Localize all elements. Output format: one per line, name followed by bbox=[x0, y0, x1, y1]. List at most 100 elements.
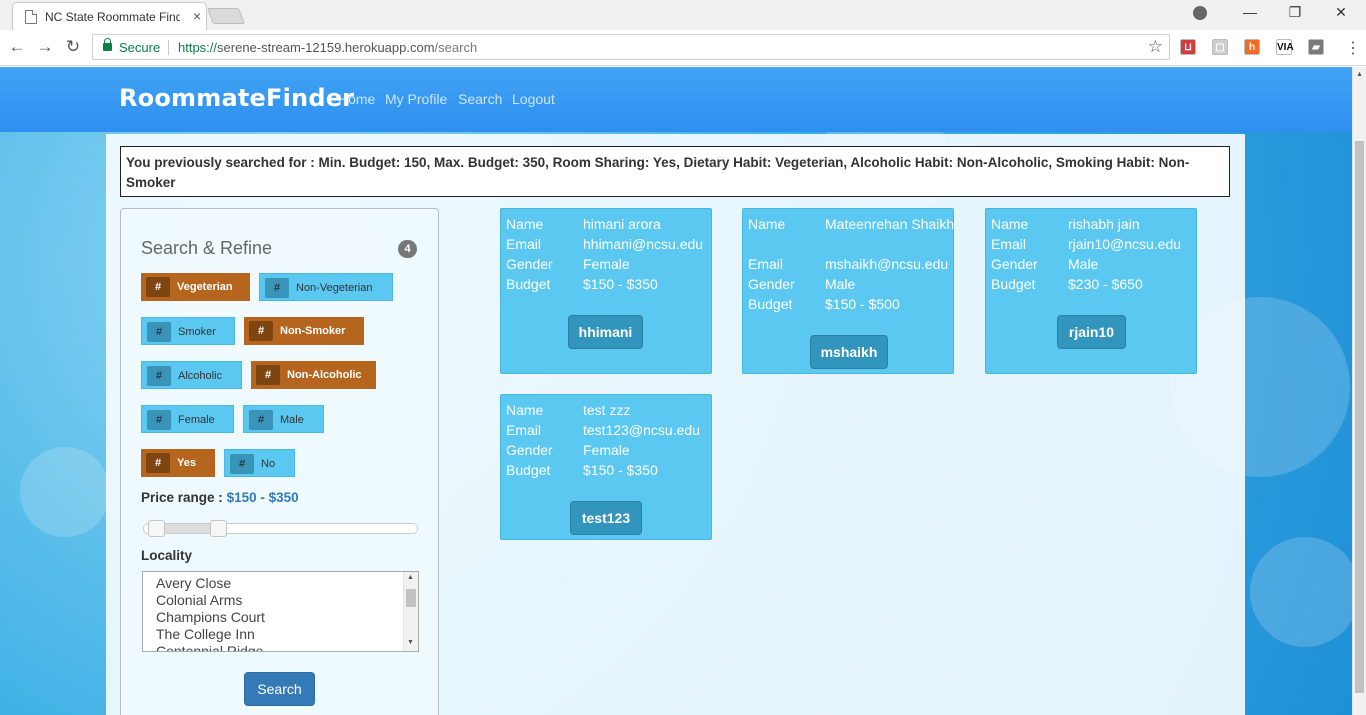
roommate-card: Name himani arora Email hhimani@ncsu.edu Gen… bbox=[500, 208, 712, 374]
card-label-budget: Budget bbox=[506, 276, 551, 292]
profile-button[interactable]: rjain10 bbox=[1057, 315, 1126, 349]
filter-tag-label: No bbox=[261, 458, 276, 470]
card-value-gender: Male bbox=[825, 276, 856, 292]
filter-tag-vegeterian[interactable]: # Vegeterian bbox=[141, 273, 250, 301]
card-value-name: rishabh jain bbox=[1068, 216, 1140, 232]
refine-title: Search & Refine bbox=[141, 238, 273, 258]
card-value-gender: Female bbox=[583, 442, 630, 458]
nav-logout[interactable]: Logout bbox=[512, 91, 555, 107]
page-icon bbox=[25, 10, 37, 24]
locality-scrollbar[interactable]: ▲ ▼ bbox=[403, 572, 418, 651]
profile-button[interactable]: mshaikh bbox=[810, 335, 888, 369]
browser-tab[interactable]: NC State Roommate Finder × bbox=[12, 2, 207, 30]
slider-min-handle[interactable] bbox=[148, 520, 165, 537]
back-icon[interactable]: ← bbox=[6, 37, 28, 57]
new-tab-button[interactable] bbox=[207, 8, 245, 24]
card-value-email: mshaikh@ncsu.edu bbox=[825, 256, 949, 272]
filter-tag-yes[interactable]: # Yes bbox=[141, 449, 215, 477]
hash-icon: # bbox=[147, 322, 171, 342]
minimize-icon[interactable]: — bbox=[1240, 4, 1260, 20]
filter-tag-alcoholic[interactable]: # Alcoholic bbox=[141, 361, 242, 389]
bookmark-star-icon[interactable]: ☆ bbox=[1148, 37, 1163, 57]
search-button[interactable]: Search bbox=[244, 672, 315, 706]
locality-option[interactable]: The College Inn bbox=[156, 626, 255, 642]
locality-select[interactable]: Avery Close Colonial Arms Champions Court T… bbox=[142, 571, 419, 652]
background-bubble bbox=[20, 447, 110, 537]
price-range-caption: Price range : bbox=[141, 490, 223, 505]
card-value-budget: $150 - $350 bbox=[583, 276, 658, 292]
filter-tag-female[interactable]: # Female bbox=[141, 405, 234, 433]
card-value-gender: Male bbox=[1068, 256, 1099, 272]
reload-icon[interactable]: ↻ bbox=[62, 37, 84, 57]
locality-scroll-thumb[interactable] bbox=[406, 589, 416, 607]
card-label-email: Email bbox=[506, 422, 542, 438]
card-label-gender: Gender bbox=[991, 256, 1038, 272]
scrollbar-thumb[interactable] bbox=[1355, 141, 1364, 693]
result-count-badge: 4 bbox=[398, 240, 417, 258]
card-value-name: Mateenrehan Shaikh bbox=[825, 216, 955, 232]
card-value-email: test123@ncsu.edu bbox=[583, 422, 700, 438]
locality-option[interactable]: Avery Close bbox=[156, 575, 231, 591]
page-scrollbar[interactable]: ▲ bbox=[1352, 67, 1366, 715]
close-window-icon[interactable]: ✕ bbox=[1331, 4, 1351, 21]
card-label-budget: Budget bbox=[748, 296, 793, 312]
scroll-up-arrow-icon[interactable]: ▲ bbox=[407, 574, 414, 581]
nav-home[interactable]: Home bbox=[338, 91, 375, 107]
locality-label: Locality bbox=[141, 548, 193, 563]
profile-icon[interactable] bbox=[1193, 6, 1207, 20]
filter-tag-non-smoker[interactable]: # Non-Smoker bbox=[244, 317, 364, 345]
address-bar[interactable]: Secure https://serene-stream-12159.herok… bbox=[92, 34, 1170, 60]
filter-tag-label: Smoker bbox=[178, 326, 216, 338]
card-label-name: Name bbox=[991, 216, 1029, 232]
hash-icon: # bbox=[256, 365, 280, 385]
card-value-gender: Female bbox=[583, 256, 630, 272]
filter-tag-non-alcoholic[interactable]: # Non-Alcoholic bbox=[251, 361, 376, 389]
filter-tag-smoker[interactable]: # Smoker bbox=[141, 317, 235, 345]
hash-icon: # bbox=[230, 454, 254, 474]
nav-my-profile[interactable]: My Profile bbox=[385, 91, 447, 107]
honey-extension-icon[interactable]: h bbox=[1244, 39, 1260, 55]
price-range-slider[interactable] bbox=[143, 520, 418, 537]
via-extension-icon[interactable]: VIA bbox=[1276, 39, 1294, 55]
secure-label: Secure bbox=[119, 40, 161, 55]
card-label-email: Email bbox=[506, 236, 542, 252]
profile-button[interactable]: test123 bbox=[570, 501, 642, 535]
card-label-name: Name bbox=[506, 216, 544, 232]
profile-button[interactable]: hhimani bbox=[568, 315, 643, 349]
browser-menu-icon[interactable]: ⋮ bbox=[1345, 38, 1361, 58]
filter-tag-male[interactable]: # Male bbox=[243, 405, 324, 433]
locality-option[interactable]: Colonial Arms bbox=[156, 592, 242, 608]
pocket-extension-icon[interactable]: ⊔ bbox=[1180, 39, 1196, 55]
lock-icon bbox=[103, 38, 112, 51]
tab-close-icon[interactable]: × bbox=[193, 8, 201, 24]
forward-icon[interactable]: → bbox=[34, 37, 56, 57]
slider-max-handle[interactable] bbox=[210, 520, 227, 537]
scroll-down-arrow-icon[interactable]: ▼ bbox=[407, 639, 414, 646]
brand-logo[interactable]: RoommateFinder bbox=[119, 84, 354, 112]
hash-icon: # bbox=[147, 410, 171, 430]
card-label-gender: Gender bbox=[506, 256, 553, 272]
address-separator bbox=[168, 40, 169, 55]
card-label-gender: Gender bbox=[748, 276, 795, 292]
tab-title: NC State Roommate Finder bbox=[45, 10, 180, 24]
card-label-budget: Budget bbox=[506, 462, 551, 478]
nav-search[interactable]: Search bbox=[458, 91, 502, 107]
url-text[interactable]: https://serene-stream-12159.herokuapp.co… bbox=[178, 40, 477, 55]
locality-option[interactable]: Centennial Ridge bbox=[156, 643, 263, 651]
card-value-budget: $230 - $650 bbox=[1068, 276, 1143, 292]
card-value-name: himani arora bbox=[583, 216, 661, 232]
filter-tag-label: Non-Vegeterian bbox=[296, 282, 373, 294]
price-range-value: $150 - $350 bbox=[226, 490, 299, 505]
disabled-extension-icon[interactable]: ▢ bbox=[1212, 39, 1228, 55]
locality-option[interactable]: Champions Court bbox=[156, 609, 265, 625]
filter-tag-non-vegeterian[interactable]: # Non-Vegeterian bbox=[259, 273, 393, 301]
card-value-email: rjain10@ncsu.edu bbox=[1068, 236, 1182, 252]
grey-extension-icon[interactable]: ▰ bbox=[1308, 39, 1324, 55]
navbar: RoommateFinder Home My Profile Search Lo… bbox=[0, 67, 1352, 132]
filter-tag-no[interactable]: # No bbox=[224, 449, 295, 477]
refine-panel: Search & Refine 4 # Vegeterian # Non-Vegete… bbox=[120, 208, 439, 715]
card-value-email: hhimani@ncsu.edu bbox=[583, 236, 704, 252]
restore-icon[interactable]: ❐ bbox=[1285, 4, 1305, 21]
scroll-up-arrow-icon[interactable]: ▲ bbox=[1356, 71, 1363, 78]
hash-icon: # bbox=[265, 278, 289, 298]
